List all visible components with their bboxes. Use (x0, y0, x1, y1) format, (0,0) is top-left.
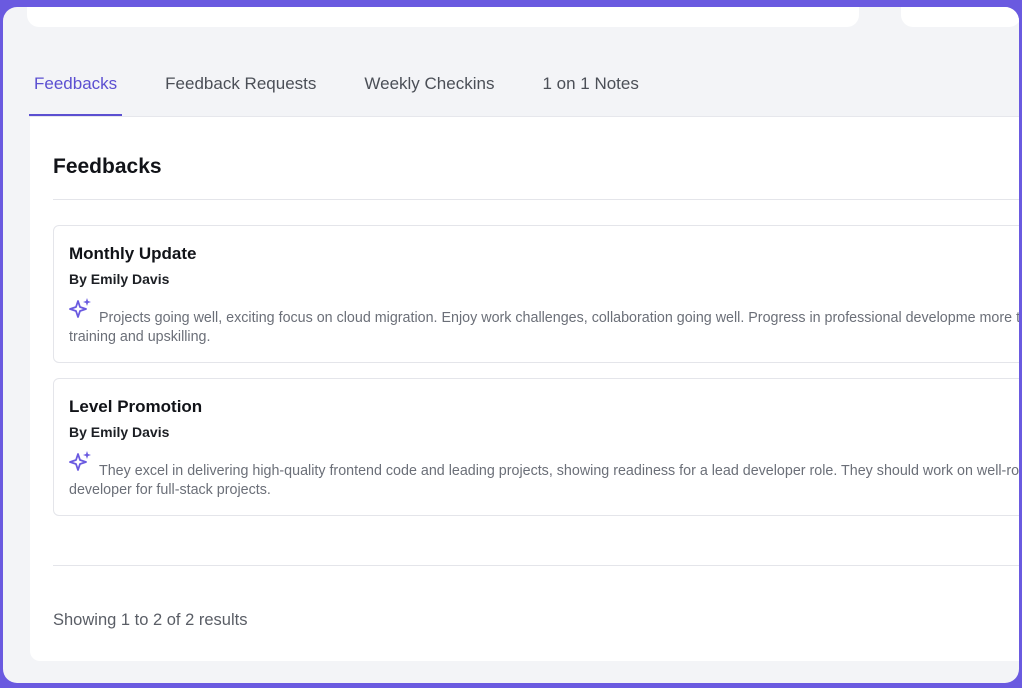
top-user-area[interactable] (901, 7, 1019, 27)
pagination-results-text: Showing 1 to 2 of 2 results (53, 611, 248, 629)
feedbacks-panel: Feedbacks Monthly Update By Emily Davis … (30, 117, 1019, 661)
feedback-author: By Emily Davis (69, 424, 170, 440)
tab-weekly-checkins[interactable]: Weekly Checkins (359, 69, 499, 110)
feedback-card[interactable]: Monthly Update By Emily Davis Projects g… (53, 225, 1019, 363)
feedback-card[interactable]: Level Promotion By Emily Davis They exce… (53, 378, 1019, 516)
feedback-text: Projects going well, exciting focus on c… (69, 310, 1019, 345)
feedback-title: Level Promotion (69, 397, 203, 416)
app-window: Feedbacks Feedback Requests Weekly Check… (3, 7, 1019, 683)
tab-bar: Feedbacks Feedback Requests Weekly Check… (29, 69, 1019, 117)
feedback-title: Monthly Update (69, 244, 197, 263)
tab-1-on-1-notes[interactable]: 1 on 1 Notes (537, 69, 643, 110)
feedback-text: They excel in delivering high-quality fr… (69, 463, 1019, 498)
tab-feedback-requests[interactable]: Feedback Requests (160, 69, 321, 110)
panel-title: Feedbacks (53, 155, 162, 178)
tab-feedbacks[interactable]: Feedbacks (29, 69, 123, 116)
top-search-bar[interactable] (27, 7, 859, 27)
feedback-author: By Emily Davis (69, 271, 170, 287)
divider (53, 199, 1019, 200)
divider (53, 565, 1019, 566)
